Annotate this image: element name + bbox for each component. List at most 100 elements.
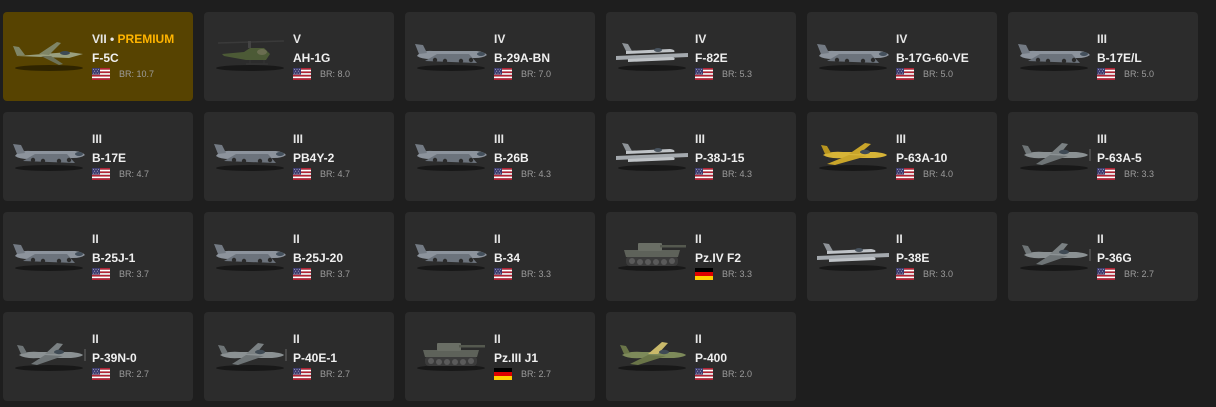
usa-flag-icon bbox=[695, 368, 713, 380]
vehicle-name: P-400 bbox=[695, 351, 728, 365]
vehicle-info: IV B-17G-60-VE BR: 5.0 bbox=[896, 32, 996, 80]
vehicle-rank: III bbox=[896, 132, 996, 146]
germany-flag-icon bbox=[695, 268, 713, 280]
vehicle-card[interactable]: IV B-17G-60-VE BR: 5.0 bbox=[807, 12, 997, 101]
usa-flag-icon bbox=[695, 68, 713, 80]
br-line: BR: 3.0 bbox=[896, 268, 996, 280]
rank-numeral: III bbox=[896, 132, 907, 146]
battle-rating: BR: 5.0 bbox=[1124, 69, 1155, 79]
vehicle-rank: IV bbox=[695, 32, 795, 46]
br-line: BR: 3.3 bbox=[695, 268, 795, 280]
usa-flag-icon bbox=[293, 368, 311, 380]
vehicle-name: AH-1G bbox=[293, 51, 331, 65]
rank-numeral: II bbox=[494, 332, 501, 346]
br-line: BR: 2.7 bbox=[494, 368, 594, 380]
vehicle-card[interactable]: II Pz.IV F2 BR: 3.3 bbox=[606, 212, 796, 301]
vehicle-name: B-17E/L bbox=[1097, 51, 1142, 65]
usa-flag-icon bbox=[1097, 268, 1115, 280]
rank-numeral: III bbox=[293, 132, 304, 146]
br-line: BR: 4.3 bbox=[695, 168, 795, 180]
vehicle-rank: II bbox=[1097, 232, 1197, 246]
vehicle-rank: IV bbox=[494, 32, 594, 46]
bomber-icon bbox=[9, 234, 89, 274]
vehicle-info: III B-17E BR: 4.7 bbox=[92, 132, 192, 180]
br-line: BR: 7.0 bbox=[494, 68, 594, 80]
usa-flag-icon bbox=[1097, 68, 1115, 80]
vehicle-card[interactable]: II P-38E BR: 3.0 bbox=[807, 212, 997, 301]
usa-flag-icon bbox=[896, 268, 914, 280]
vehicle-card[interactable]: II P-40E-1 BR: 2.7 bbox=[204, 312, 394, 401]
vehicle-name: B-25J-20 bbox=[293, 251, 344, 265]
usa-flag-icon bbox=[92, 68, 110, 80]
twin-fighter-icon bbox=[612, 34, 692, 74]
vehicle-card[interactable]: III P-63A-10 BR: 4.0 bbox=[807, 112, 997, 201]
vehicle-card[interactable]: II P-39N-0 BR: 2.7 bbox=[3, 312, 193, 401]
vehicle-card[interactable]: III P-63A-5 BR: 3.3 bbox=[1008, 112, 1198, 201]
vehicle-card[interactable]: II B-25J-1 BR: 3.7 bbox=[3, 212, 193, 301]
battle-rating: BR: 3.3 bbox=[521, 269, 552, 279]
bomber-icon bbox=[210, 134, 290, 174]
vehicle-rank: II bbox=[494, 232, 594, 246]
battle-rating: BR: 5.0 bbox=[923, 69, 954, 79]
twin-fighter-icon bbox=[612, 134, 692, 174]
fighter-icon bbox=[210, 334, 290, 374]
vehicle-card[interactable]: II Pz.III J1 BR: 2.7 bbox=[405, 312, 595, 401]
rank-numeral: II bbox=[92, 232, 99, 246]
vehicle-name: P-63A-5 bbox=[1097, 151, 1142, 165]
rank-numeral: IV bbox=[896, 32, 908, 46]
vehicle-card[interactable]: IV B-29A-BN BR: 7.0 bbox=[405, 12, 595, 101]
rank-numeral: VII bbox=[92, 32, 107, 46]
vehicle-rank: II bbox=[293, 232, 393, 246]
vehicle-card[interactable]: III B-26B BR: 4.3 bbox=[405, 112, 595, 201]
rank-numeral: II bbox=[1097, 232, 1104, 246]
fighter-icon bbox=[1014, 134, 1094, 174]
vehicle-card[interactable]: III B-17E/L BR: 5.0 bbox=[1008, 12, 1198, 101]
vehicle-card[interactable]: II B-34 BR: 3.3 bbox=[405, 212, 595, 301]
vehicle-info: II B-25J-20 BR: 3.7 bbox=[293, 232, 393, 280]
vehicle-info: II B-25J-1 BR: 3.7 bbox=[92, 232, 192, 280]
vehicle-card[interactable]: II P-400 BR: 2.0 bbox=[606, 312, 796, 401]
usa-flag-icon bbox=[494, 168, 512, 180]
vehicle-name: F-82E bbox=[695, 51, 728, 65]
battle-rating: BR: 4.3 bbox=[722, 169, 753, 179]
br-line: BR: 8.0 bbox=[293, 68, 393, 80]
vehicle-info: II P-39N-0 BR: 2.7 bbox=[92, 332, 192, 380]
battle-rating: BR: 2.7 bbox=[1124, 269, 1155, 279]
vehicle-card[interactable]: IV F-82E BR: 5.3 bbox=[606, 12, 796, 101]
rank-numeral: IV bbox=[494, 32, 506, 46]
vehicle-name: B-26B bbox=[494, 151, 529, 165]
vehicle-name: P-38J-15 bbox=[695, 151, 745, 165]
rank-numeral: II bbox=[494, 232, 501, 246]
br-line: BR: 5.3 bbox=[695, 68, 795, 80]
battle-rating: BR: 5.3 bbox=[722, 69, 753, 79]
rank-numeral: V bbox=[293, 32, 302, 46]
vehicle-card[interactable]: VII • PREMIUM F-5C BR: 10.7 bbox=[3, 12, 193, 101]
br-line: BR: 5.0 bbox=[896, 68, 996, 80]
vehicle-rank: II bbox=[494, 332, 594, 346]
vehicle-rank: II bbox=[695, 232, 795, 246]
vehicle-info: II P-40E-1 BR: 2.7 bbox=[293, 332, 393, 380]
rank-numeral: II bbox=[896, 232, 903, 246]
rank-numeral: III bbox=[92, 132, 103, 146]
rank-numeral: III bbox=[494, 132, 505, 146]
battle-rating: BR: 3.3 bbox=[722, 269, 753, 279]
rank-numeral: III bbox=[695, 132, 706, 146]
vehicle-card[interactable]: III PB4Y-2 BR: 4.7 bbox=[204, 112, 394, 201]
vehicle-card[interactable]: II P-36G BR: 2.7 bbox=[1008, 212, 1198, 301]
battle-rating: BR: 4.7 bbox=[119, 169, 150, 179]
vehicle-card[interactable]: III P-38J-15 BR: 4.3 bbox=[606, 112, 796, 201]
vehicle-card[interactable]: II B-25J-20 BR: 3.7 bbox=[204, 212, 394, 301]
vehicle-card[interactable]: V AH-1G BR: 8.0 bbox=[204, 12, 394, 101]
br-line: BR: 10.7 bbox=[92, 68, 192, 80]
battle-rating: BR: 4.0 bbox=[923, 169, 954, 179]
vehicle-info: VII • PREMIUM F-5C BR: 10.7 bbox=[92, 32, 192, 80]
usa-flag-icon bbox=[1097, 168, 1115, 180]
vehicle-rank: VII • PREMIUM bbox=[92, 32, 175, 46]
vehicle-card[interactable]: III B-17E BR: 4.7 bbox=[3, 112, 193, 201]
br-line: BR: 2.7 bbox=[1097, 268, 1197, 280]
bomber-icon bbox=[813, 34, 893, 74]
bomber-icon bbox=[411, 134, 491, 174]
vehicle-name: Pz.III J1 bbox=[494, 351, 539, 365]
usa-flag-icon bbox=[92, 368, 110, 380]
br-line: BR: 3.7 bbox=[92, 268, 192, 280]
